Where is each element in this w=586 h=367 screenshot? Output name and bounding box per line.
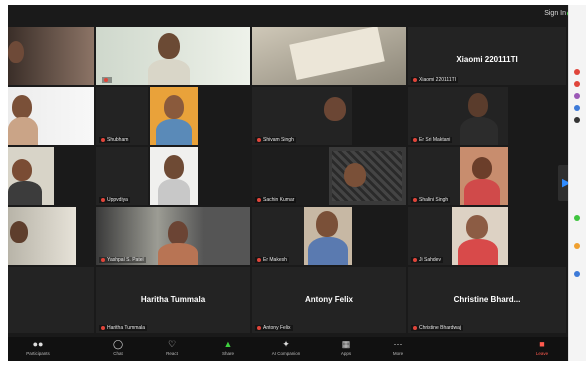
heart-icon: ♡ bbox=[167, 339, 177, 349]
mic-muted-icon bbox=[413, 77, 417, 82]
participant-name: Sachin Kumar bbox=[263, 197, 295, 203]
video-tile[interactable]: Sachin Kumar bbox=[252, 147, 406, 205]
participant-big-name: Xiaomi 220111TI bbox=[456, 55, 518, 64]
video-tile[interactable]: Xiaomi 220111TI Xiaomi 220111TI bbox=[408, 27, 566, 85]
participant-big-name: Antony Felix bbox=[304, 295, 353, 304]
video-tile[interactable] bbox=[96, 27, 250, 85]
status-dot bbox=[574, 105, 580, 111]
mic-muted-icon bbox=[413, 325, 417, 330]
video-tile[interactable]: Er Sri Maktani bbox=[408, 87, 508, 145]
video-tile[interactable]: Shivam Singh bbox=[252, 87, 352, 145]
participant-big-name: Christine Bhard... bbox=[453, 295, 521, 304]
status-dot bbox=[574, 93, 580, 99]
sparkle-icon: ✦ bbox=[282, 339, 290, 349]
video-tile[interactable] bbox=[8, 27, 94, 85]
participant-big-name: Haritha Tummala bbox=[140, 295, 206, 304]
participant-name: Christine Bhardwaj bbox=[419, 325, 461, 331]
video-tile[interactable] bbox=[8, 207, 76, 265]
status-dot bbox=[574, 271, 580, 277]
video-tile[interactable]: Haritha Tummala Haritha Tummala bbox=[96, 267, 250, 333]
video-tile[interactable]: Antony Felix Antony Felix bbox=[252, 267, 406, 333]
react-button[interactable]: ♡ React bbox=[152, 339, 192, 356]
status-dot bbox=[574, 81, 580, 87]
participant-name: Ji Sahdev bbox=[419, 257, 441, 263]
video-tile[interactable] bbox=[8, 267, 94, 333]
participants-icon: ●● bbox=[32, 339, 44, 349]
participants-button[interactable]: ●● Participants bbox=[18, 339, 58, 356]
mic-muted-icon bbox=[413, 257, 417, 262]
participant-name: Shalini Singh bbox=[419, 197, 449, 203]
participant-name: Shubham bbox=[107, 137, 129, 143]
more-dots-icon: ⋯ bbox=[393, 339, 403, 349]
share-button[interactable]: ▲ Share bbox=[208, 339, 248, 356]
participant-name: Shivam Singh bbox=[263, 137, 294, 143]
video-tile[interactable] bbox=[252, 27, 406, 85]
side-panel bbox=[568, 5, 586, 361]
participant-name: Haritha Tummala bbox=[107, 325, 146, 331]
sign-in-link[interactable]: Sign In bbox=[544, 10, 566, 17]
video-tile[interactable] bbox=[150, 147, 198, 205]
leave-button[interactable]: ■ Leave bbox=[522, 339, 562, 356]
participant-name: Xiaomi 220111TI bbox=[419, 77, 457, 83]
gallery-grid: Xiaomi 220111TI Xiaomi 220111TI Shubham … bbox=[8, 27, 566, 335]
participant-name: Er Sri Maktani bbox=[419, 137, 451, 143]
video-tile[interactable] bbox=[150, 87, 198, 145]
participant-name: Yashpal S. Patel bbox=[107, 257, 144, 263]
mic-muted-icon bbox=[413, 137, 417, 142]
status-dot bbox=[574, 117, 580, 123]
share-screen-icon: ▲ bbox=[223, 339, 233, 349]
video-tile[interactable]: Shubham bbox=[96, 87, 148, 145]
chat-bubble-icon: ◯ bbox=[112, 339, 124, 349]
mic-muted-icon bbox=[101, 257, 105, 262]
participant-name: Uppvdiya bbox=[107, 197, 128, 203]
mic-muted-icon bbox=[257, 257, 261, 262]
status-dot bbox=[574, 69, 580, 75]
top-bar: Sign In bbox=[8, 5, 574, 27]
leave-icon: ■ bbox=[539, 339, 545, 349]
mic-muted-icon bbox=[101, 137, 105, 142]
ai-companion-button[interactable]: ✦ AI Companion bbox=[266, 339, 306, 356]
apps-button[interactable]: ▦ Apps bbox=[326, 339, 366, 356]
mic-muted-icon bbox=[257, 325, 261, 330]
video-tile[interactable]: Yashpal S. Patel bbox=[96, 207, 250, 265]
mic-muted-icon bbox=[104, 77, 108, 82]
video-tile[interactable]: Shalini Singh bbox=[408, 147, 508, 205]
meeting-toolbar: ●● Participants ◯ Chat ♡ React ▲ Share ✦… bbox=[8, 337, 574, 361]
mic-muted-icon bbox=[101, 325, 105, 330]
participant-name: Er Makesh bbox=[263, 257, 287, 263]
video-tile[interactable]: Ji Sahdev bbox=[408, 207, 508, 265]
mic-muted-icon bbox=[257, 137, 261, 142]
chat-button[interactable]: ◯ Chat bbox=[98, 339, 138, 356]
video-tile[interactable]: Uppvdiya bbox=[96, 147, 148, 205]
video-tile[interactable]: Christine Bhard... Christine Bhardwaj bbox=[408, 267, 566, 333]
apps-grid-icon: ▦ bbox=[341, 339, 351, 349]
status-dot bbox=[574, 243, 580, 249]
video-tile[interactable]: Er Makesh bbox=[252, 207, 352, 265]
status-dot bbox=[574, 215, 580, 221]
meeting-window: Sign In Xiaomi 220111TI Xiaomi 220111TI bbox=[8, 5, 574, 361]
more-button[interactable]: ⋯ More bbox=[378, 339, 418, 356]
mic-muted-icon bbox=[257, 197, 261, 202]
mic-muted-icon bbox=[413, 197, 417, 202]
mic-muted-icon bbox=[101, 197, 105, 202]
video-tile[interactable] bbox=[8, 147, 54, 205]
participant-name: Antony Felix bbox=[263, 325, 291, 331]
video-tile[interactable] bbox=[8, 87, 94, 145]
